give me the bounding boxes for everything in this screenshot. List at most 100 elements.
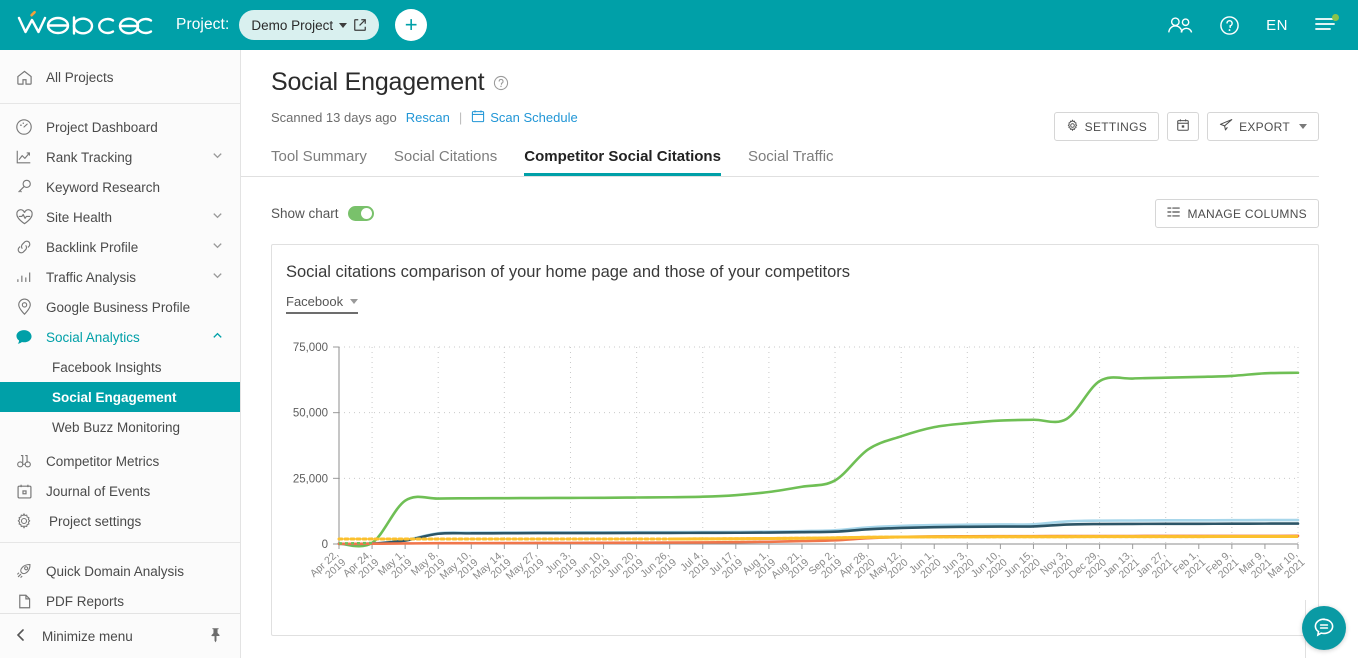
separator: | xyxy=(458,110,463,125)
chevron-down-icon xyxy=(1299,124,1307,129)
chat-support-button[interactable] xyxy=(1302,606,1346,650)
svg-text:0: 0 xyxy=(322,539,328,551)
chart-card-title: Social citations comparison of your home… xyxy=(286,263,851,281)
sidebar-label: Project settings xyxy=(49,513,142,529)
scan-schedule-link[interactable]: Scan Schedule xyxy=(471,109,578,126)
chevron-up-icon[interactable] xyxy=(211,329,224,345)
pin-icon[interactable] xyxy=(208,627,223,646)
settings-button[interactable]: SETTINGS xyxy=(1053,112,1160,141)
title-row: Social Engagement xyxy=(271,68,1319,97)
gear-icon xyxy=(1066,118,1079,135)
gear-icon xyxy=(14,512,34,530)
toggle-knob xyxy=(360,208,372,219)
export-button[interactable]: EXPORT xyxy=(1207,112,1319,141)
chevron-down-icon[interactable] xyxy=(211,239,224,255)
scanned-text: Scanned 13 days ago xyxy=(271,110,397,125)
line-chart-svg: 025,00050,00075,000Apr 22,2019Apr 24,201… xyxy=(293,342,1308,582)
chevron-left-icon xyxy=(14,628,28,645)
project-label: Project: xyxy=(176,16,230,33)
help-circle-icon[interactable] xyxy=(1219,15,1240,36)
main-content: Social Engagement Scanned 13 days ago Re… xyxy=(241,50,1358,658)
chat-bubble-icon xyxy=(14,328,34,346)
sidebar-label: Journal of Events xyxy=(46,483,151,499)
bar-chart-icon xyxy=(14,268,34,286)
sidebar-item-competitor-metrics[interactable]: Competitor Metrics xyxy=(0,446,240,476)
tab-tool-summary[interactable]: Tool Summary xyxy=(271,148,367,176)
sidebar-item-journal-of-events[interactable]: Journal of Events xyxy=(0,476,240,506)
chart-line-icon xyxy=(14,148,34,166)
settings-label: SETTINGS xyxy=(1084,119,1148,134)
header-actions: SETTINGS EXPORT xyxy=(1053,112,1319,141)
chevron-down-icon[interactable] xyxy=(211,269,224,285)
show-chart-control: Show chart xyxy=(271,206,374,221)
manage-columns-button[interactable]: MANAGE COLUMNS xyxy=(1155,199,1319,228)
sidebar-item-project-dashboard[interactable]: Project Dashboard xyxy=(0,112,240,142)
key-icon xyxy=(14,178,34,196)
show-chart-toggle[interactable] xyxy=(347,206,374,221)
sidebar-item-pdf-reports[interactable]: PDF Reports xyxy=(0,586,240,616)
chart-card: Social citations comparison of your home… xyxy=(271,244,1319,636)
question-circle-icon[interactable] xyxy=(493,75,509,91)
date-range-button[interactable] xyxy=(1167,112,1200,141)
minimize-menu-button[interactable]: Minimize menu xyxy=(0,613,240,658)
network-select-value: Facebook xyxy=(286,294,344,309)
sidebar-label: Google Business Profile xyxy=(46,299,191,315)
hamburger-menu-icon[interactable] xyxy=(1314,14,1339,34)
sidebar-item-site-health[interactable]: Site Health xyxy=(0,202,240,232)
sidebar-label: Keyword Research xyxy=(46,179,161,195)
chevron-down-icon[interactable] xyxy=(211,209,224,225)
sidebar-item-traffic-analysis[interactable]: Traffic Analysis xyxy=(0,262,240,292)
home-icon xyxy=(14,69,34,86)
language-selector[interactable]: EN xyxy=(1266,17,1288,34)
sidebar-label: Project Dashboard xyxy=(46,119,158,135)
external-link-icon[interactable] xyxy=(353,18,367,32)
sidebar-label: Social Analytics xyxy=(46,329,140,345)
manage-columns-label: MANAGE COLUMNS xyxy=(1187,206,1307,221)
project-selector[interactable]: Demo Project xyxy=(239,10,380,40)
heartbeat-icon xyxy=(14,208,34,226)
sidebar: All Projects Project Dashboard Rank Trac… xyxy=(0,50,241,658)
sidebar-item-backlink-profile[interactable]: Backlink Profile xyxy=(0,232,240,262)
sidebar-label: PDF Reports xyxy=(46,593,125,609)
sidebar-label: Traffic Analysis xyxy=(46,269,137,285)
sidebar-item-keyword-research[interactable]: Keyword Research xyxy=(0,172,240,202)
tab-competitor-social-citations[interactable]: Competitor Social Citations xyxy=(524,148,721,176)
sidebar-item-social-analytics[interactable]: Social Analytics xyxy=(0,322,240,352)
tab-bar: Tool Summary Social Citations Competitor… xyxy=(241,148,1319,177)
add-project-button[interactable]: + xyxy=(395,9,428,41)
users-icon[interactable] xyxy=(1167,15,1193,35)
calendar-icon xyxy=(471,109,485,126)
sidebar-label: All Projects xyxy=(46,69,114,85)
calendar-icon xyxy=(1176,118,1190,135)
tab-social-citations[interactable]: Social Citations xyxy=(394,148,497,176)
sidebar-subitem-web-buzz-monitoring[interactable]: Web Buzz Monitoring xyxy=(0,412,240,442)
notification-badge xyxy=(1332,14,1339,21)
webceo-logo[interactable] xyxy=(16,10,154,40)
sidebar-label: Quick Domain Analysis xyxy=(46,563,185,579)
chevron-down-icon[interactable] xyxy=(211,149,224,165)
map-pin-icon xyxy=(14,298,34,316)
svg-text:50,000: 50,000 xyxy=(293,408,328,420)
sidebar-item-rank-tracking[interactable]: Rank Tracking xyxy=(0,142,240,172)
export-send-icon xyxy=(1219,118,1233,135)
sidebar-item-all-projects[interactable]: All Projects xyxy=(0,62,240,92)
controls-row: Show chart MANAGE COLUMNS xyxy=(241,177,1358,228)
binoculars-icon xyxy=(14,452,34,470)
scan-schedule-label: Scan Schedule xyxy=(490,110,578,125)
network-select[interactable]: Facebook xyxy=(286,294,359,314)
tab-social-traffic[interactable]: Social Traffic xyxy=(748,148,834,176)
sidebar-item-quick-domain-analysis[interactable]: Quick Domain Analysis xyxy=(0,556,240,586)
sidebar-item-project-settings[interactable]: Project settings xyxy=(0,506,240,536)
show-chart-label: Show chart xyxy=(271,206,339,221)
sidebar-subitem-social-engagement[interactable]: Social Engagement xyxy=(0,382,240,412)
chart-plot: 0 25,000 50,000 75,000 Apr 22, 2019 Apr 24, 201… xyxy=(272,337,1317,635)
rescan-link[interactable]: Rescan xyxy=(406,110,450,125)
project-name: Demo Project xyxy=(251,17,334,33)
dashboard-icon xyxy=(14,118,34,136)
file-icon xyxy=(14,593,34,610)
rocket-icon xyxy=(14,562,34,580)
sidebar-subitem-facebook-insights[interactable]: Facebook Insights xyxy=(0,352,240,382)
link-icon xyxy=(14,238,34,256)
sidebar-label: Competitor Metrics xyxy=(46,453,160,469)
sidebar-item-google-business-profile[interactable]: Google Business Profile xyxy=(0,292,240,322)
